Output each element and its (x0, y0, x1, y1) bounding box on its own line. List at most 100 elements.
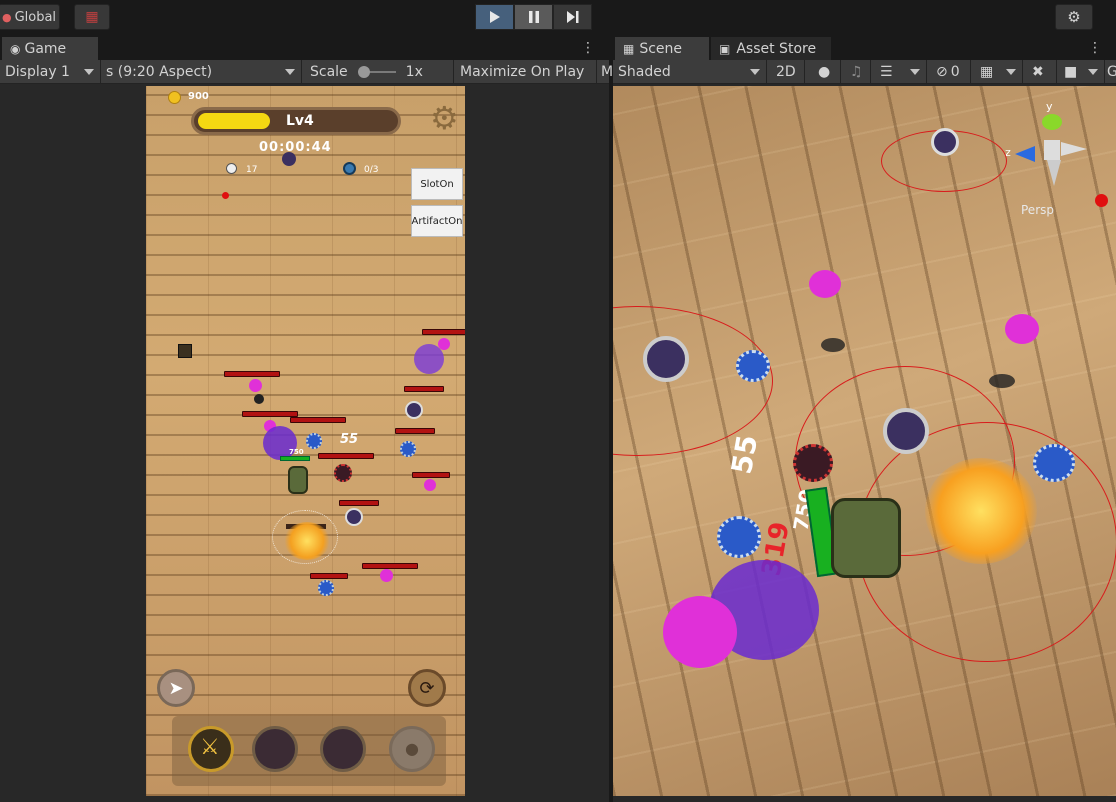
mode-2d-label: 2D (776, 64, 796, 80)
enemy-spore (663, 596, 737, 668)
slot-on-button[interactable]: SlotOn (411, 168, 463, 200)
tools-toggle[interactable]: ✖ (1027, 60, 1057, 84)
tab-game[interactable]: ◉ Game (2, 37, 98, 60)
player-hp-bar (280, 456, 310, 461)
enemy-hp-bar (422, 329, 465, 335)
enemy-spike-ball (400, 441, 416, 457)
global-dropdown[interactable]: ● Global (0, 4, 60, 30)
aspect-label: s (9:20 Aspect) (106, 64, 213, 80)
slot-on-label: SlotOn (420, 178, 454, 190)
axis-down-cone (1047, 160, 1061, 186)
player-hp-value: 750 (289, 448, 304, 456)
chevron-down-icon (285, 69, 295, 75)
settings-button[interactable]: ⚙ (1055, 4, 1093, 30)
level-label: Lv4 (286, 113, 314, 129)
axis-z-cone (1015, 146, 1035, 162)
enemy-hp-bar (224, 371, 280, 377)
scale-value: 1x (405, 64, 423, 80)
tab-asset-store[interactable]: ▣ Asset Store (711, 37, 831, 60)
orientation-gizmo[interactable]: y z Persp (1005, 100, 1099, 217)
scene-viewport[interactable]: y z Persp 55 750 319 (613, 86, 1116, 796)
game-viewport[interactable]: 900 Lv4 ⚙ 00:00:44 17 0/3 SlotOn Artifac… (146, 86, 465, 796)
enemy-hp-bar (318, 453, 374, 459)
step-icon (566, 11, 578, 23)
chevron-down-icon (750, 69, 760, 75)
display-label: Display 1 (5, 64, 70, 80)
grid-snap-button[interactable]: ▦ (74, 4, 110, 30)
hidden-objects-toggle[interactable]: ⊘ 0 (931, 60, 971, 84)
step-button[interactable] (553, 4, 592, 30)
enemy-hp-bar (395, 428, 435, 434)
maximize-label: Maximize On Play (460, 64, 585, 80)
layers-icon: ☰ (880, 64, 893, 80)
enemy-bomb (345, 508, 363, 526)
skill-slot-3[interactable] (320, 726, 366, 772)
grid-dropdown[interactable]: ▦ (975, 60, 1023, 84)
gizmos-dropdown[interactable]: G (1105, 60, 1116, 84)
chevron-down-icon (84, 69, 94, 75)
damage-number: 55 (340, 432, 359, 447)
shading-dropdown[interactable]: Shaded (613, 60, 767, 84)
kill-count: 17 (246, 165, 258, 175)
axis-y-label: y (1046, 100, 1053, 113)
more-label: M (601, 64, 614, 80)
camera-dropdown[interactable]: ■ (1059, 60, 1105, 84)
enemy-hp-bar (290, 417, 346, 423)
eye-slash-icon: ⊘ (936, 64, 948, 80)
enemy-bomb (643, 336, 689, 382)
axis-y-cone (1042, 114, 1062, 130)
dash-button[interactable]: ➤ (157, 669, 195, 707)
mode-2d-toggle[interactable]: 2D (771, 60, 805, 84)
lighting-toggle[interactable]: ● (813, 60, 841, 84)
red-marker (222, 192, 229, 199)
tab-scene[interactable]: ▦ Scene (615, 37, 709, 60)
enemy-spore (809, 270, 841, 298)
pause-button[interactable] (514, 4, 553, 30)
pause-icon (528, 11, 539, 23)
player-character (288, 466, 308, 494)
scene-tabbar: ▦ Scene ▣ Asset Store ⋮ (613, 36, 1116, 60)
scale-label: Scale (310, 64, 348, 80)
swap-button[interactable]: ⟳ (408, 669, 446, 707)
enemy-shadow (254, 394, 264, 404)
gear-icon: ⚙ (1067, 8, 1081, 26)
scale-slider[interactable] (357, 66, 396, 78)
speaker-icon: ♫ (850, 64, 863, 80)
wrench-icon: ✖ (1032, 64, 1044, 80)
treasure-chest (178, 344, 192, 358)
display-dropdown[interactable]: Display 1 (0, 60, 101, 84)
settings-gear-icon[interactable]: ⚙ (430, 102, 459, 134)
sword-skill-icon: ⚔ (200, 735, 220, 760)
skill-slot-1[interactable]: ⚔ (188, 726, 234, 772)
more-options-button[interactable]: M (597, 60, 613, 84)
enemy-bomb (405, 401, 423, 419)
aspect-dropdown[interactable]: s (9:20 Aspect) (101, 60, 302, 84)
scale-slider-handle[interactable] (357, 66, 370, 78)
gizmos-label: G (1107, 64, 1116, 80)
game-panel-menu-icon[interactable]: ⋮ (581, 40, 595, 56)
audio-toggle[interactable]: ♫ (845, 60, 871, 84)
enemy-hp-bar (362, 563, 418, 569)
global-label: Global (14, 9, 57, 25)
enemy-spike-ball (736, 350, 770, 382)
main-toolbar: ● Global ▦ ⚙ (0, 0, 1116, 36)
shopping-bag-icon: ▣ (719, 41, 731, 56)
skill-slot-locked: ● (389, 726, 435, 772)
skill-slot-2[interactable] (252, 726, 298, 772)
level-bar-fill (198, 113, 270, 129)
enemy-shadow (989, 374, 1015, 388)
axis-x-cone (1061, 142, 1087, 156)
artifact-on-button[interactable]: ArtifactOn (411, 205, 463, 237)
enemy-spike-ball (306, 433, 322, 449)
lightbulb-icon: ● (818, 64, 831, 80)
game-options-bar: Display 1 s (9:20 Aspect) Scale 1x Maxim… (0, 60, 613, 84)
scene-options-bar: Shaded 2D ● ♫ ☰ ⊘ 0 ▦ ✖ ■ G (613, 60, 1116, 84)
maximize-on-play-toggle[interactable]: Maximize On Play (454, 60, 597, 84)
enemy-hp-bar (339, 500, 379, 506)
dash-icon: ➤ (168, 677, 184, 699)
play-button[interactable] (475, 4, 514, 30)
effects-dropdown[interactable]: ☰ (875, 60, 927, 84)
enemy-hp-bar (310, 573, 348, 579)
persp-label[interactable]: Persp (1021, 203, 1054, 217)
scene-panel-menu-icon[interactable]: ⋮ (1088, 40, 1102, 56)
